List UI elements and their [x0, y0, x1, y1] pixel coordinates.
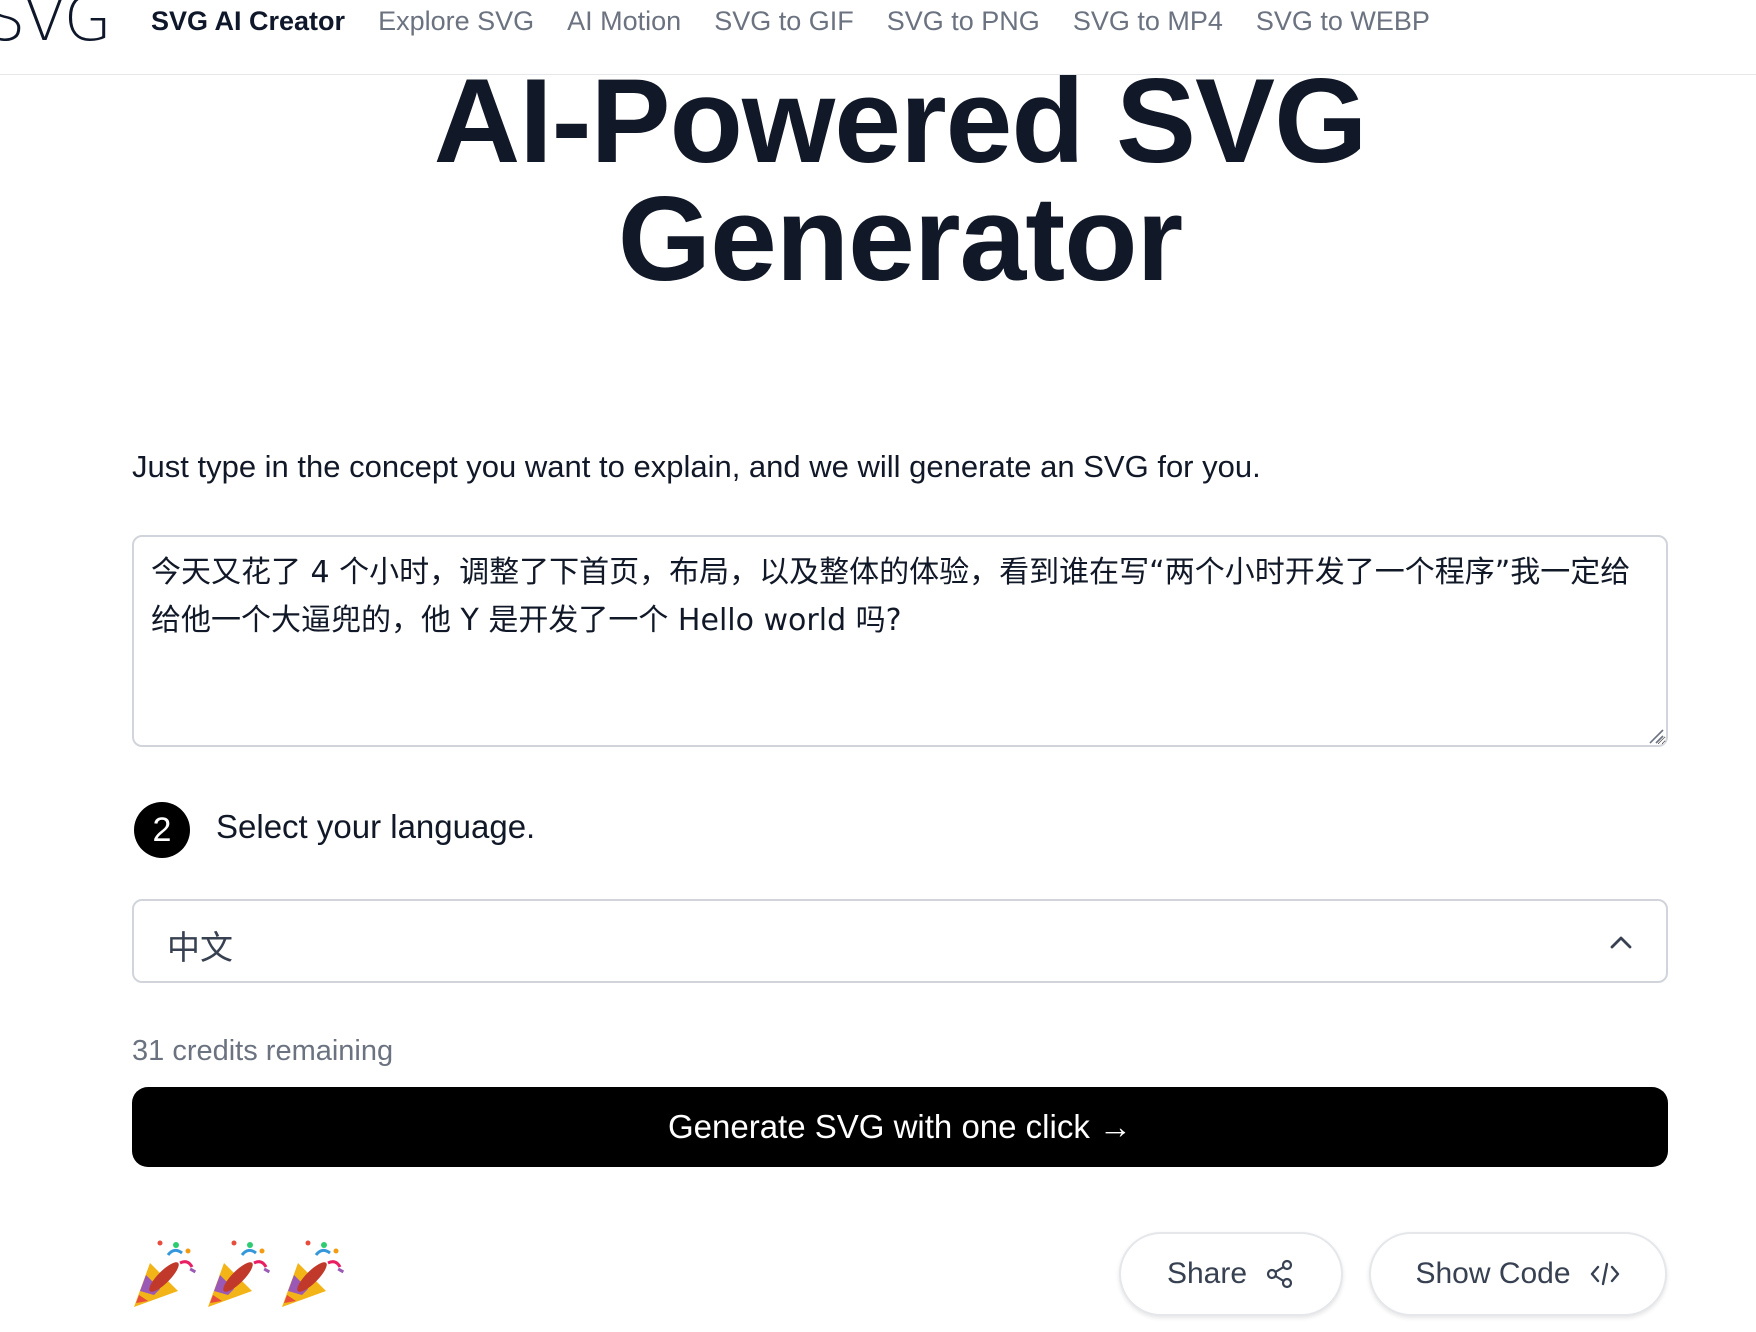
page-title: AI-Powered SVG Generator — [0, 61, 1756, 299]
language-select[interactable]: 中文 — [132, 899, 1668, 983]
nav-link-svg-to-mp4[interactable]: SVG to MP4 — [1073, 4, 1223, 38]
logo[interactable]: SVG — [0, 0, 112, 50]
concept-instructions: Just type in the concept you want to exp… — [132, 449, 1261, 484]
nav-link-ai-motion[interactable]: AI Motion — [567, 4, 681, 38]
concept-input[interactable] — [132, 535, 1668, 747]
party-popper-icon — [134, 1239, 346, 1309]
generate-svg-button[interactable]: Generate SVG with one click → — [132, 1087, 1668, 1167]
page-title-line-1: AI-Powered SVG — [433, 54, 1368, 188]
step-number-badge: 2 — [134, 802, 190, 858]
share-button-label: Share — [1166, 1257, 1248, 1290]
nav-link-explore-svg[interactable]: Explore SVG — [378, 4, 534, 38]
resize-handle-icon[interactable] — [1648, 728, 1664, 744]
language-selected-value: 中文 — [167, 928, 233, 967]
share-button[interactable]: Share — [1119, 1232, 1343, 1316]
credits-remaining: 31 credits remaining — [132, 1035, 394, 1067]
show-code-button[interactable]: Show Code — [1369, 1232, 1667, 1316]
code-icon — [1590, 1262, 1619, 1286]
share-icon — [1266, 1259, 1293, 1289]
nav-link-svg-ai-creator[interactable]: SVG AI Creator — [151, 4, 345, 38]
language-step-label: Select your language. — [216, 808, 536, 845]
nav-links: SVG AI Creator Explore SVG AI Motion SVG… — [151, 4, 1463, 38]
nav-link-svg-to-webp[interactable]: SVG to WEBP — [1256, 4, 1430, 38]
nav-link-svg-to-gif[interactable]: SVG to GIF — [714, 4, 854, 38]
show-code-button-label: Show Code — [1415, 1257, 1571, 1290]
chevron-up-icon — [1610, 936, 1632, 949]
page-title-line-2: Generator — [617, 172, 1184, 306]
nav-link-svg-to-png[interactable]: SVG to PNG — [887, 4, 1040, 38]
